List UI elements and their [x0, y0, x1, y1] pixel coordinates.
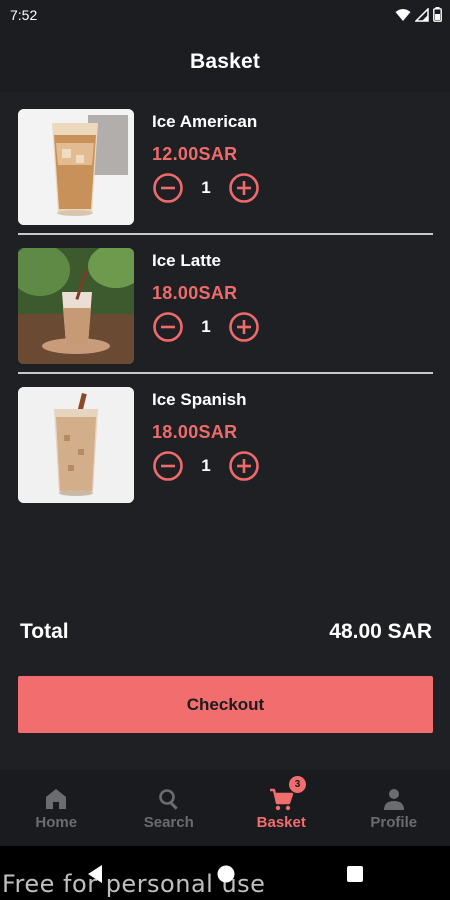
nav-item-home[interactable]: Home [0, 770, 113, 846]
iced-spanish-latte-image [18, 387, 134, 503]
decrease-quantity-button[interactable] [152, 450, 184, 482]
person-icon [383, 789, 404, 810]
status-bar: 7:52 [0, 0, 450, 32]
nav-item-profile[interactable]: Profile [338, 770, 450, 846]
iced-coffee-image [18, 109, 134, 225]
app-header: Basket [0, 32, 450, 92]
quantity-value: 1 [201, 456, 211, 475]
quantity-value: 1 [201, 178, 211, 197]
search-icon [158, 789, 178, 810]
total-row: Total 48.00 SAR [20, 620, 432, 644]
nav-label: Profile [370, 814, 418, 831]
iced-latte-image [18, 248, 134, 364]
increase-quantity-button[interactable] [228, 311, 260, 343]
item-name: Ice Spanish [152, 390, 247, 409]
status-icons [395, 7, 442, 22]
product-image [18, 109, 134, 225]
total-value: 48.00 SAR [329, 620, 432, 643]
increase-quantity-button[interactable] [228, 450, 260, 482]
quantity-stepper: 1 [152, 311, 260, 343]
quantity-stepper: 1 [152, 450, 260, 482]
cart-item: Ice Spanish 18.00SAR 1 [0, 374, 450, 513]
wifi-icon [395, 8, 411, 21]
watermark-text: Free for personal use [2, 870, 266, 898]
item-name: Ice American [152, 112, 258, 131]
bottom-nav: Home Search 3 Basket Profile [0, 770, 450, 846]
recents-icon[interactable] [346, 865, 364, 883]
nav-item-basket[interactable]: 3 Basket [225, 770, 338, 846]
item-price: 18.00SAR [152, 283, 238, 303]
cart-item: Ice American 12.00SAR 1 [0, 96, 450, 235]
checkout-label: Checkout [186, 694, 265, 714]
item-name: Ice Latte [152, 251, 221, 270]
quantity-value: 1 [201, 317, 211, 336]
product-image [18, 387, 134, 503]
cart-count-badge: 3 [289, 776, 306, 793]
decrease-quantity-button[interactable] [152, 311, 184, 343]
checkout-button[interactable]: Checkout [18, 676, 433, 733]
battery-icon [433, 7, 442, 22]
page-title: Basket [189, 50, 261, 73]
cart-item: Ice Latte 18.00SAR 1 [0, 235, 450, 374]
nav-label: Home [35, 814, 78, 831]
home-icon [46, 789, 67, 809]
item-price: 18.00SAR [152, 422, 238, 442]
status-time: 7:52 [10, 7, 38, 23]
cart-list: Ice American 12.00SAR 1 Ice Latte 18.00S… [0, 96, 450, 513]
system-nav-bar: Free for personal use [0, 846, 450, 900]
total-label: Total [20, 620, 69, 643]
nav-label: Basket [256, 814, 306, 831]
increase-quantity-button[interactable] [228, 172, 260, 204]
product-image [18, 248, 134, 364]
decrease-quantity-button[interactable] [152, 172, 184, 204]
nav-label: Search [143, 814, 194, 831]
signal-icon [415, 7, 429, 22]
nav-item-search[interactable]: Search [113, 770, 226, 846]
quantity-stepper: 1 [152, 172, 260, 204]
item-price: 12.00SAR [152, 144, 238, 164]
